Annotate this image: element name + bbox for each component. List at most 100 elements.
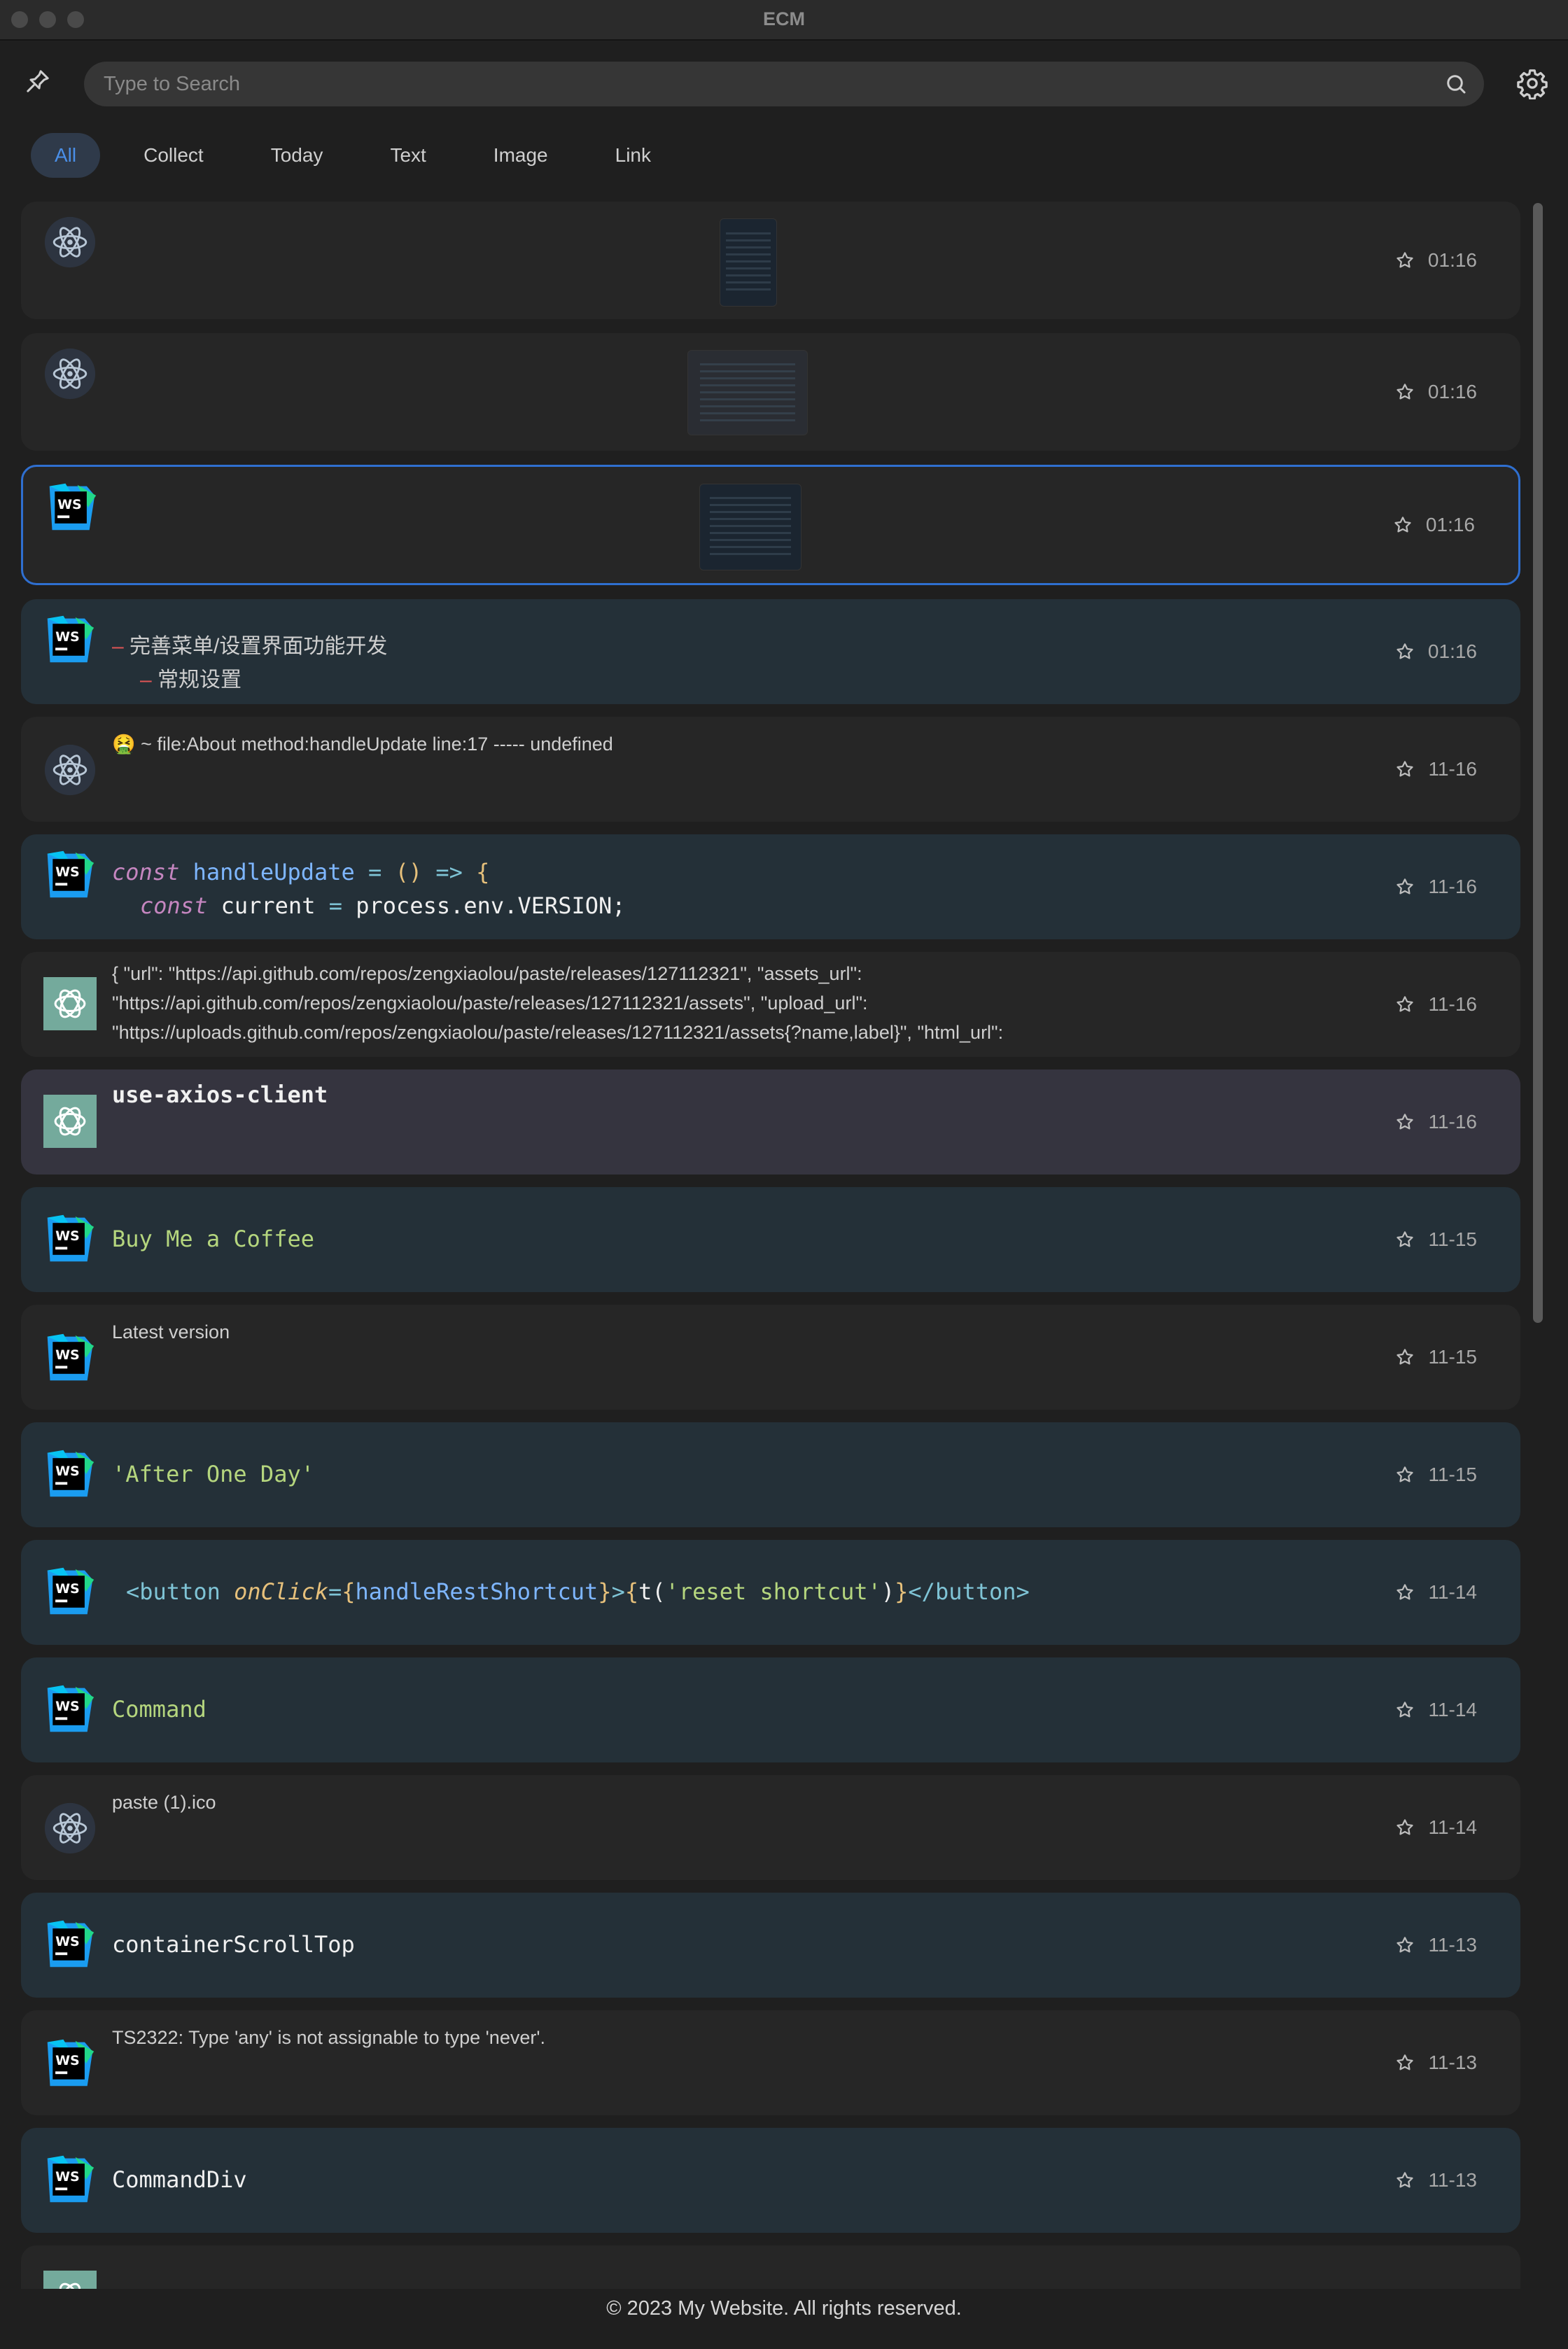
chatgpt-icon [43, 977, 97, 1030]
electron-icon [44, 216, 96, 268]
item-time: 11-16 [1428, 758, 1477, 780]
star-icon[interactable] [1394, 641, 1415, 662]
webstorm-icon: WS [47, 1920, 94, 1968]
toolbar [0, 41, 1568, 125]
star-icon[interactable] [1394, 1582, 1415, 1603]
star-icon[interactable] [1394, 876, 1415, 897]
list-item[interactable]: { "url": "https://api.github.com/repos/z… [21, 952, 1520, 1057]
list-item[interactable]: WS TS2322: Type 'any' is not assignable … [21, 2010, 1520, 2115]
star-icon[interactable] [1392, 514, 1413, 535]
list-item[interactable]: WS const handleUpdate = () => { const cu… [21, 834, 1520, 939]
item-time: 11-16 [1428, 1111, 1477, 1133]
webstorm-icon: WS [47, 2039, 94, 2087]
pin-icon[interactable] [24, 67, 52, 95]
star-icon[interactable] [1394, 1347, 1415, 1368]
item-text: 🤮 ~ file:About method:handleUpdate line:… [112, 734, 613, 755]
list-item[interactable]: WS CommandDiv 11-13 [21, 2128, 1520, 2233]
search-icon[interactable] [1443, 71, 1469, 97]
filter-tabs: All Collect Today Text Image Link [31, 133, 675, 178]
webstorm-icon: WS [47, 1450, 94, 1497]
list-item[interactable]: WS Latest version 11-15 [21, 1305, 1520, 1410]
app-window: ECM All Collect Today Text Image Link [0, 0, 1568, 2349]
item-time: 01:16 [1427, 640, 1477, 662]
item-time: 11-16 [1428, 993, 1477, 1015]
star-icon[interactable] [1394, 1229, 1415, 1250]
webstorm-icon: WS [49, 483, 97, 531]
svg-text:WS: WS [55, 1699, 80, 1714]
item-time: 11-14 [1428, 1816, 1477, 1838]
item-text: paste (1).ico [112, 1792, 216, 1813]
item-time: 11-14 [1428, 1581, 1477, 1603]
list-item[interactable]: 01:16 [21, 202, 1520, 319]
tab-all[interactable]: All [31, 133, 101, 178]
list-item[interactable]: WS 01:16 [21, 465, 1520, 585]
item-text: TS2322: Type 'any' is not assignable to … [112, 2027, 545, 2048]
item-time: 11-15 [1428, 1228, 1477, 1250]
list-item[interactable]: WS <button onClick={handleRestShortcut}>… [21, 1540, 1520, 1645]
list-item[interactable]: 11-13 [21, 2245, 1520, 2294]
footer-text: © 2023 My Website. All rights reserved. [606, 2297, 962, 2320]
list-item[interactable]: use-axios-client 11-16 [21, 1070, 1520, 1174]
list-item[interactable]: WS Command 11-14 [21, 1657, 1520, 1762]
webstorm-icon: WS [47, 615, 94, 663]
svg-text:WS: WS [55, 1347, 80, 1363]
item-text: 'After One Day' [112, 1461, 314, 1487]
chatgpt-icon [43, 1095, 97, 1148]
list-line: – 常规设置 [140, 668, 242, 692]
list-item[interactable]: WS 'After One Day' 11-15 [21, 1422, 1520, 1527]
star-icon[interactable] [1394, 994, 1415, 1015]
star-icon[interactable] [1394, 1935, 1415, 1956]
code-line: const current = process.env.VERSION; [140, 892, 626, 919]
list-item[interactable]: paste (1).ico 11-14 [21, 1775, 1520, 1880]
webstorm-icon: WS [47, 1214, 94, 1262]
item-time: 11-15 [1428, 1464, 1477, 1485]
tab-text[interactable]: Text [366, 133, 449, 178]
list-item[interactable]: WS Buy Me a Coffee 11-15 [21, 1187, 1520, 1292]
item-text: containerScrollTop [112, 1931, 355, 1958]
webstorm-icon: WS [47, 1685, 94, 1732]
svg-text:WS: WS [55, 864, 80, 880]
webstorm-icon: WS [47, 2155, 94, 2203]
code-line: <button onClick={handleRestShortcut}>{t(… [126, 1578, 1030, 1605]
scrollbar-thumb[interactable] [1533, 203, 1543, 1323]
star-icon[interactable] [1394, 1464, 1415, 1485]
webstorm-icon: WS [47, 850, 94, 898]
code-line: const handleUpdate = () => { [112, 859, 490, 885]
star-icon[interactable] [1394, 2052, 1415, 2073]
image-thumbnail [720, 218, 777, 307]
item-time: 01:16 [1427, 381, 1477, 402]
svg-text:WS: WS [55, 629, 80, 645]
svg-text:WS: WS [55, 1228, 80, 1244]
electron-icon [44, 744, 96, 796]
star-icon[interactable] [1394, 759, 1415, 780]
list-item[interactable]: 🤮 ~ file:About method:handleUpdate line:… [21, 717, 1520, 822]
list-line: – 完善菜单/设置界面功能开发 [112, 635, 388, 658]
svg-text:WS: WS [55, 1934, 80, 1949]
star-icon[interactable] [1394, 250, 1415, 271]
list-item[interactable]: WS – 完善菜单/设置界面功能开发 – 常规设置 01:16 [21, 599, 1520, 704]
gear-icon[interactable] [1516, 67, 1548, 99]
tab-collect[interactable]: Collect [120, 133, 227, 178]
item-time: 11-13 [1428, 2052, 1477, 2073]
search-input[interactable] [84, 62, 1484, 106]
image-thumbnail [699, 484, 802, 570]
electron-icon [44, 1802, 96, 1854]
item-time: 11-16 [1428, 876, 1477, 897]
svg-text:WS: WS [57, 497, 82, 512]
list-item[interactable]: WS containerScrollTop 11-13 [21, 1893, 1520, 1998]
star-icon[interactable] [1394, 2170, 1415, 2191]
star-icon[interactable] [1394, 1817, 1415, 1838]
tab-image[interactable]: Image [470, 133, 572, 178]
footer: © 2023 My Website. All rights reserved. [0, 2289, 1568, 2349]
svg-text:WS: WS [55, 2169, 80, 2185]
tab-today[interactable]: Today [247, 133, 347, 178]
tab-link[interactable]: Link [592, 133, 675, 178]
star-icon[interactable] [1394, 381, 1415, 402]
list-item[interactable]: 01:16 [21, 333, 1520, 451]
item-text: use-axios-client [112, 1081, 328, 1108]
item-text: Latest version [112, 1321, 230, 1342]
item-time: 01:16 [1427, 249, 1477, 271]
star-icon[interactable] [1394, 1112, 1415, 1133]
star-icon[interactable] [1394, 1699, 1415, 1720]
electron-icon [44, 348, 96, 400]
